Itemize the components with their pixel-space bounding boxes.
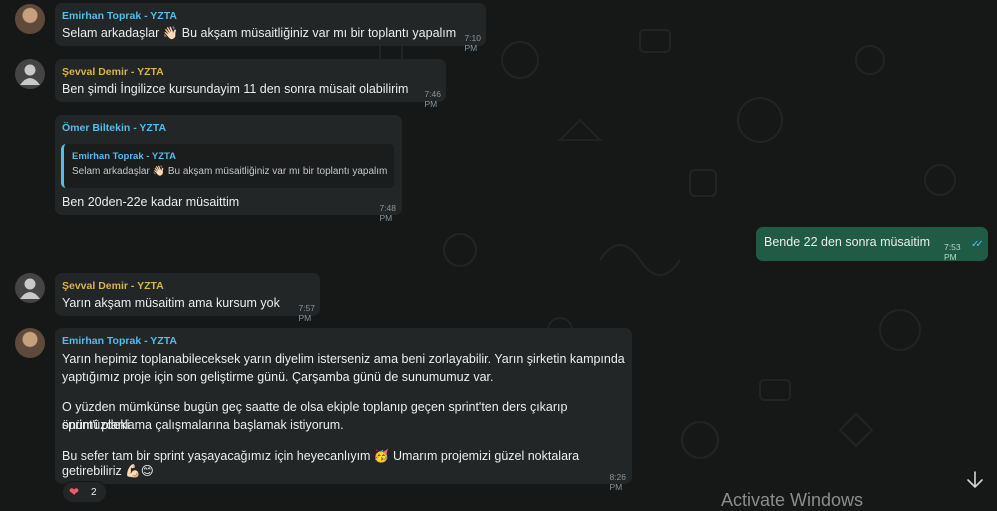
sender-name[interactable]: Emirhan Toprak - YZTA — [62, 10, 177, 22]
avatar-emirhan[interactable] — [15, 4, 45, 34]
message-bubble-3[interactable]: Ömer Biltekin - YZTA Emirhan Toprak - YZ… — [55, 115, 402, 223]
message-time: 7:48 PM — [379, 203, 396, 223]
quoted-message[interactable]: Emirhan Toprak - YZTA Selam arkadaşlar 👋… — [61, 144, 394, 188]
message-time: 8:26 PM — [609, 472, 626, 492]
message-time: 7:10 PM — [464, 33, 481, 53]
message-text: Yarın akşam müsaitim ama kursum yok — [62, 296, 280, 310]
message-bubble-5[interactable]: Şevval Demir - YZTA Yarın akşam müsaitim… — [55, 273, 320, 323]
heart-icon: ❤ — [69, 485, 80, 499]
quote-sender-name: Emirhan Toprak - YZTA — [72, 151, 176, 162]
double-check-icon: ✓✓ — [971, 239, 984, 250]
avatar-emirhan[interactable] — [15, 328, 45, 358]
sender-name[interactable]: Emirhan Toprak - YZTA — [62, 335, 177, 347]
message-text: Bende 22 den sonra müsaitim — [764, 235, 931, 249]
message-bubble-2[interactable]: Şevval Demir - YZTA Ben şimdi İngilizce … — [55, 59, 446, 109]
activate-windows-watermark: Activate Windows — [721, 490, 864, 510]
sender-name[interactable]: Şevval Demir - YZTA — [62, 280, 164, 292]
scroll-down-button[interactable] — [962, 467, 988, 493]
default-avatar-icon — [20, 278, 40, 299]
message-text: Ben 20den-22e kadar müsaittim — [62, 195, 240, 209]
reaction-count: 2 — [91, 487, 97, 498]
message-text-line-4: sprint'i planlama çalışmalarına başlamak… — [62, 418, 344, 432]
avatar-sevval[interactable] — [15, 273, 45, 303]
message-text-line-1: Yarın hepimiz toplanabileceksek yarın di… — [62, 352, 625, 366]
message-text: Selam arkadaşlar 👋🏻 Bu akşam müsaitliğin… — [62, 26, 457, 40]
quote-text: Selam arkadaşlar 👋🏻 Bu akşam müsaitliğin… — [72, 166, 388, 177]
message-time: 7:46 PM — [424, 89, 441, 109]
message-text-line-6: getirebiliriz 💪🏻😊 — [62, 464, 154, 478]
default-avatar-icon — [20, 64, 40, 85]
sender-name[interactable]: Ömer Biltekin - YZTA — [62, 122, 166, 134]
message-time: 7:57 PM — [298, 303, 315, 323]
message-text: Ben şimdi İngilizce kursundayim 11 den s… — [62, 82, 409, 96]
message-bubble-4-outgoing[interactable]: Bende 22 den sonra müsaitim 7:53 PM ✓✓ — [756, 227, 988, 262]
message-bubble-6[interactable]: Emirhan Toprak - YZTA Yarın hepimiz topl… — [55, 328, 632, 492]
message-text-line-2: yaptığımız proje için son geliştirme gün… — [62, 370, 494, 384]
message-time: 7:53 PM — [944, 242, 961, 262]
sender-name[interactable]: Şevval Demir - YZTA — [62, 66, 164, 78]
arrow-down-icon — [967, 471, 983, 488]
message-bubble-1[interactable]: Emirhan Toprak - YZTA Selam arkadaşlar 👋… — [55, 3, 486, 53]
avatar-sevval[interactable] — [15, 59, 45, 89]
reaction-badge[interactable]: ❤ 2 — [62, 481, 107, 503]
